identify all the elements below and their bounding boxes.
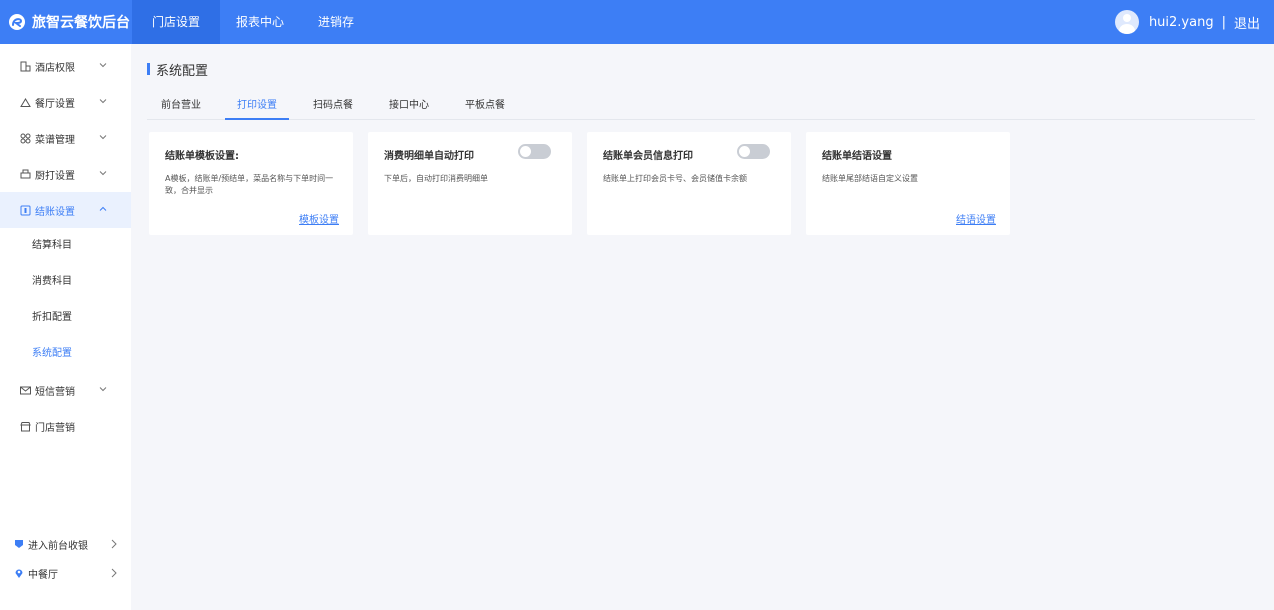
sidebar-subitem-consumption-subjects[interactable]: 消费科目 [0,264,131,300]
tab-front-desk[interactable]: 前台营业 [153,96,209,120]
restaurant-selector[interactable]: 中餐厅 [0,563,131,583]
bottom-item-label: 中餐厅 [28,569,58,581]
sidebar-item-restaurant-settings[interactable]: 餐厅设置 [0,84,131,120]
card-detail-autoprint: 消费明细单自动打印 下单后，自动打印消费明细单 [368,132,572,235]
chevron-right-icon [111,568,117,578]
nav-inventory[interactable]: 进销存 [300,0,372,44]
store-icon [19,420,31,432]
card-title: 结账单会员信息打印 [603,151,693,162]
chevron-down-icon [99,135,107,140]
sidebar-item-label: 门店营销 [35,422,75,434]
card-bill-template: 结账单模板设置: A模板，结账单/预结单，菜品名称与下单时间一致，合并显示 模板… [149,132,353,235]
sidebar-item-hotel-permissions[interactable]: 酒店权限 [0,48,131,84]
template-settings-link[interactable]: 模板设置 [299,211,339,226]
username[interactable]: hui2.yang [1149,15,1214,30]
top-navbar: 旅智云餐饮后台 门店设置 报表中心 进销存 hui2.yang | 退出 [0,0,1274,44]
bottom-item-label: 进入前台收银 [28,540,88,552]
sidebar-item-label: 餐厅设置 [35,98,75,110]
card-desc: A模板，结账单/预结单，菜品名称与下单时间一致，合并显示 [165,174,334,195]
sidebar-item-store-marketing[interactable]: 门店营销 [0,408,131,444]
sidebar-item-label: 结账设置 [35,206,75,218]
nav-report-center[interactable]: 报表中心 [220,0,300,44]
main-nav: 门店设置 报表中心 进销存 [132,0,372,44]
card-title: 结账单结语设置 [822,151,892,162]
chevron-down-icon [99,63,107,68]
grid-icon [19,132,31,144]
toggle-knob [739,146,750,157]
sidebar: 酒店权限 餐厅设置 菜谱管理 厨打设置 结账设置 结算科目 消费科目 折扣配置 … [0,44,131,610]
chevron-down-icon [99,99,107,104]
tab-scan-order[interactable]: 扫码点餐 [305,96,361,120]
settings-tabs: 前台营业 打印设置 扫码点餐 接口中心 平板点餐 [147,96,1255,120]
sidebar-subitem-settlement-subjects[interactable]: 结算科目 [0,228,131,264]
logo-icon [9,14,25,30]
sidebar-item-label: 酒店权限 [35,62,75,74]
mail-icon [19,384,31,396]
card-desc: 结账单尾部结语自定义设置 [822,174,918,183]
sidebar-item-label: 菜谱管理 [35,134,75,146]
user-area: hui2.yang | 退出 [1114,0,1260,44]
sidebar-item-checkout-settings[interactable]: 结账设置 [0,192,131,228]
enter-front-cashier[interactable]: 进入前台收银 [0,534,131,554]
home-icon [19,96,31,108]
detail-autoprint-toggle[interactable] [518,144,551,159]
closing-message-settings-link[interactable]: 结语设置 [956,211,996,226]
brand[interactable]: 旅智云餐饮后台 [0,0,132,44]
sidebar-item-label: 短信营销 [35,386,75,398]
sidebar-item-label: 厨打设置 [35,170,75,182]
nav-store-settings[interactable]: 门店设置 [132,0,220,44]
logout-link[interactable]: 退出 [1234,13,1260,32]
main-content: 系统配置 前台营业 打印设置 扫码点餐 接口中心 平板点餐 结账单模板设置: A… [131,44,1274,610]
card-member-info-print: 结账单会员信息打印 结账单上打印会员卡号、会员储值卡余额 [587,132,791,235]
page-title: 系统配置 [147,60,209,79]
brand-name: 旅智云餐饮后台 [32,15,130,31]
sidebar-item-kitchen-print[interactable]: 厨打设置 [0,156,131,192]
printer-icon [19,168,31,180]
title-accent-bar [147,63,150,75]
card-title: 消费明细单自动打印 [384,151,474,162]
card-closing-message: 结账单结语设置 结账单尾部结语自定义设置 结语设置 [806,132,1010,235]
separator: | [1221,14,1226,30]
card-title: 结账单模板设置: [165,151,239,162]
tab-tablet-order[interactable]: 平板点餐 [457,96,513,120]
receipt-icon [19,204,31,216]
tab-print-settings[interactable]: 打印设置 [225,96,289,120]
location-icon [14,568,24,578]
card-desc: 结账单上打印会员卡号、会员储值卡余额 [603,174,747,183]
card-desc: 下单后，自动打印消费明细单 [384,174,488,183]
tab-api-center[interactable]: 接口中心 [381,96,437,120]
sidebar-item-menu-management[interactable]: 菜谱管理 [0,120,131,156]
sidebar-item-sms-marketing[interactable]: 短信营销 [0,372,131,408]
chevron-down-icon [99,171,107,176]
building-icon [19,60,31,72]
chevron-down-icon [99,387,107,392]
page-title-text: 系统配置 [156,63,209,79]
avatar[interactable] [1114,10,1139,34]
chevron-right-icon [111,539,117,549]
sidebar-subitem-system-config[interactable]: 系统配置 [0,336,131,372]
sidebar-subitem-discount-config[interactable]: 折扣配置 [0,300,131,336]
shield-icon [14,539,24,549]
chevron-up-icon [99,206,107,211]
member-info-print-toggle[interactable] [737,144,770,159]
toggle-knob [520,146,531,157]
